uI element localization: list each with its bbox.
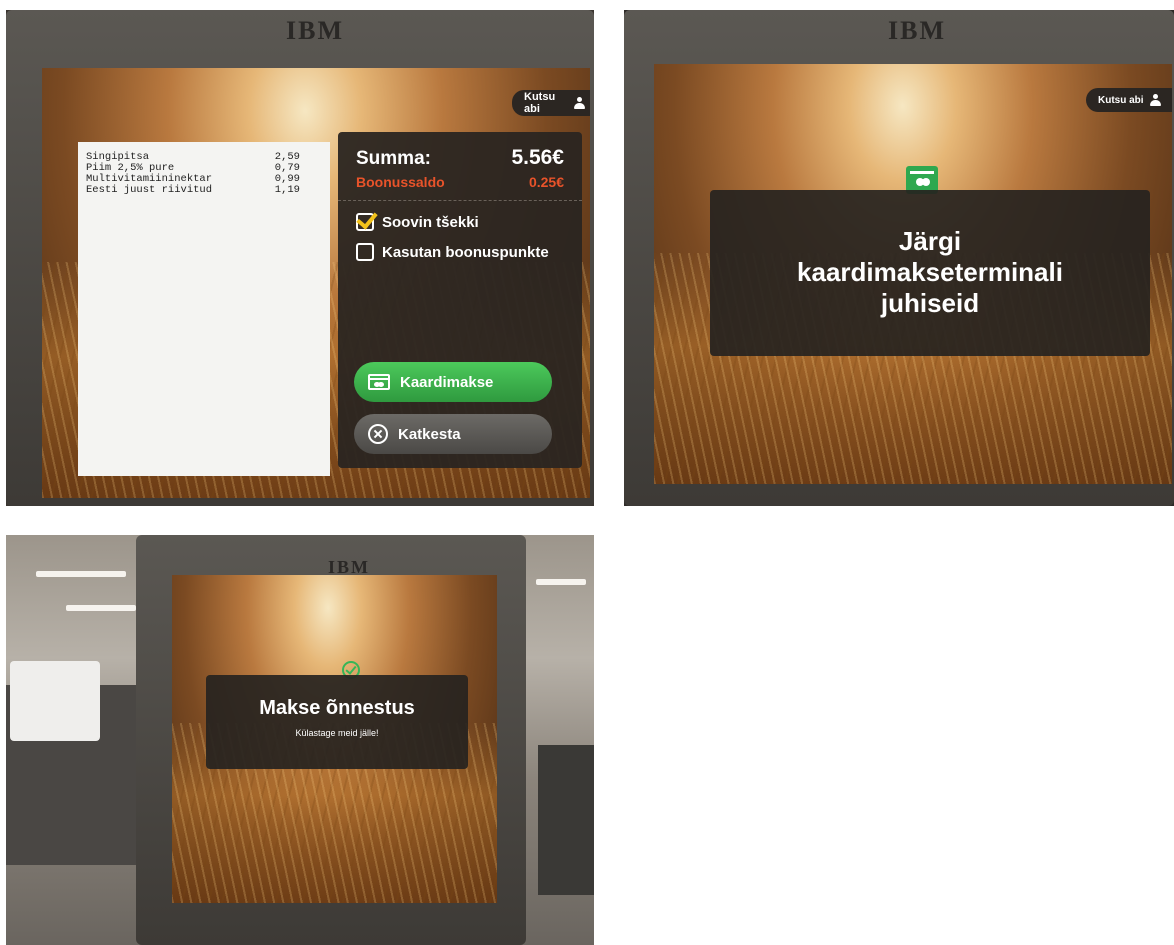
kiosk-screen: Makse õnnestus Külastage meid jälle!: [172, 575, 497, 903]
bonus-value: 0.25€: [528, 174, 564, 190]
close-circle-icon: [368, 424, 388, 444]
receipt-checkbox[interactable]: Soovin tšekki: [356, 207, 564, 231]
message-line: Järgi: [898, 226, 962, 256]
sum-label: Summa:: [356, 148, 431, 169]
person-icon: [574, 97, 585, 109]
message-line: juhiseid: [880, 288, 980, 318]
checkbox-empty-icon: [356, 243, 374, 261]
photo-payment-success: IBM Makse õnnestus Külastage meid jälle!: [6, 535, 594, 945]
cancel-button[interactable]: Katkesta: [354, 414, 552, 454]
help-button[interactable]: Kutsu abi: [512, 90, 590, 116]
kiosk-screen: Kutsu abi Singipitsa 2,59 Piim 2,5% pure 0…: [42, 68, 590, 498]
card-icon: [368, 374, 390, 390]
card-payment-button[interactable]: Kaardimakse: [354, 362, 552, 402]
kiosk-screen: Kutsu abi Järgi kaardimakseterminali juh…: [654, 64, 1172, 484]
ceiling-light: [536, 579, 586, 585]
printed-receipt: [10, 661, 100, 741]
item-name: Eesti juust riivitud: [86, 184, 213, 196]
bonus-points-checkbox[interactable]: Kasutan boonuspunkte: [356, 243, 564, 261]
ceiling-light: [36, 571, 126, 577]
options-section: Soovin tšekki Kasutan boonuspunkte: [338, 201, 582, 273]
photo-card-terminal: IBM Kutsu abi Järgi kaardimakseterminali…: [624, 10, 1174, 506]
success-title: Makse õnnestus: [259, 697, 415, 719]
bonus-label: Boonussaldo: [356, 174, 445, 190]
success-message: Makse õnnestus Külastage meid jälle!: [206, 675, 468, 769]
person-icon: [1149, 94, 1161, 106]
total-row: Summa: 5.56€: [356, 146, 564, 170]
success-subtitle: Külastage meid jälle!: [295, 728, 379, 738]
card-terminal: [538, 745, 594, 895]
bonus-row: Boonussaldo 0.25€: [356, 174, 564, 190]
receipt-line: Eesti juust riivitud 1,19: [86, 185, 322, 196]
cancel-label: Katkesta: [398, 425, 461, 443]
checkbox-label: Kasutan boonuspunkte: [382, 243, 549, 261]
photo-payment-summary: IBM Kutsu abi Singipitsa 2,59 Piim 2,5% p…: [6, 10, 594, 506]
instruction-message: Järgi kaardimakseterminali juhiseid: [710, 190, 1150, 356]
sum-value: 5.56€: [511, 146, 564, 169]
payment-panel: Summa: 5.56€ Boonussaldo 0.25€ Soovin tš…: [338, 132, 582, 468]
checkbox-checked-icon: [356, 207, 378, 231]
ceiling-light: [66, 605, 136, 611]
help-button[interactable]: Kutsu abi: [1086, 88, 1172, 112]
card-payment-label: Kaardimakse: [400, 373, 494, 391]
item-price: 1,19: [274, 184, 300, 196]
total-section: Summa: 5.56€ Boonussaldo 0.25€: [338, 132, 582, 201]
receipt: Singipitsa 2,59 Piim 2,5% pure 0,79 Multiv…: [78, 142, 330, 476]
message-line: kaardimakseterminali: [797, 257, 1063, 287]
help-button-label: Kutsu abi: [524, 91, 556, 115]
brand-logo: IBM: [888, 16, 946, 45]
help-button-label: Kutsu abi: [1098, 94, 1144, 106]
brand-logo: IBM: [286, 16, 344, 45]
checkbox-label: Soovin tšekki: [382, 213, 479, 231]
